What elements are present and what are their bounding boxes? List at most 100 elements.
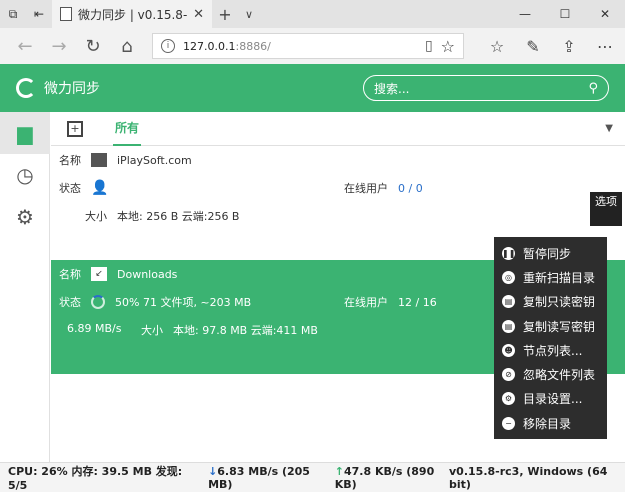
app-header: 微力同步 搜索... ⚲ — [0, 64, 625, 112]
close-tab-icon[interactable]: ✕ — [193, 7, 204, 22]
folder-size: 本地: 256 B 云端:256 B — [117, 210, 240, 223]
minimize-icon[interactable]: — — [505, 0, 545, 28]
sync-logo-icon — [16, 78, 36, 98]
menu-item-label: 移除目录 — [523, 416, 572, 431]
page-icon — [60, 7, 72, 21]
browser-tools: ☆ ✎ ⇪ ⋯ — [480, 37, 622, 56]
size-label: 大小 — [141, 324, 163, 337]
share-icon[interactable]: ⇪ — [552, 37, 586, 56]
size-label: 大小 — [85, 210, 107, 223]
chevron-down-icon[interactable]: ∨ — [238, 8, 260, 21]
menu-item-copy-readwrite-key[interactable]: ▤ 复制读写密钥 — [494, 314, 607, 338]
tab-all[interactable]: 所有 — [113, 112, 142, 146]
pen-icon[interactable]: ✎ — [516, 37, 550, 56]
folder-icon: ▆ — [17, 121, 33, 145]
menu-item-label: 复制读写密钥 — [523, 319, 596, 334]
add-folder-icon[interactable]: + — [67, 120, 83, 137]
sidebar-item-folders[interactable]: ▆ — [0, 112, 50, 154]
browser-nav-bar: ← → ↻ ⌂ i 127.0.0.1 :8886/ ▯ ☆ ☆ ✎ ⇪ ⋯ — [0, 28, 625, 64]
folder-icon — [91, 153, 107, 167]
home-icon[interactable]: ⌂ — [110, 31, 144, 61]
upload-rate-value: 47.8 KB/s (890 KB) — [334, 464, 435, 491]
sync-status: 50% 71 文件项, ~203 MB — [115, 296, 252, 309]
copy-icon: ▤ — [502, 319, 515, 333]
address-port: :8886/ — [235, 39, 271, 53]
minus-icon: − — [502, 416, 515, 430]
users-icon: ☻ — [502, 343, 515, 357]
info-icon[interactable]: i — [161, 39, 175, 53]
folder-name: iPlaySoft.com — [117, 153, 192, 167]
user-icon: 👤 — [91, 180, 109, 196]
folder-toolbar: + 所有 ▼ — [51, 112, 625, 146]
close-window-icon[interactable]: ✕ — [585, 0, 625, 28]
app-title: 微力同步 — [44, 81, 100, 97]
online-count: 12 / 16 — [398, 295, 437, 309]
browser-tab-bar: ⧉ ⇤ 微力同步 | v0.15.8-rc3 ✕ + ∨ — ☐ ✕ — [0, 0, 625, 28]
chevron-down-icon[interactable]: ▼ — [605, 123, 613, 134]
menu-item-label: 忽略文件列表 — [523, 368, 596, 383]
history-icon: ◷ — [16, 163, 34, 187]
online-label: 在线用户 — [344, 296, 388, 309]
tab-title: 微力同步 | v0.15.8-rc3 — [78, 7, 188, 22]
upload-arrow-icon: ↑ — [334, 464, 344, 478]
transfer-speed: 6.89 MB/s — [67, 322, 122, 335]
pause-icon: ❚❚ — [502, 246, 516, 260]
download-arrow-icon: ↓ — [208, 464, 218, 478]
back-icon[interactable]: ← — [8, 31, 42, 61]
menu-item-copy-readonly-key[interactable]: ▤ 复制只读密钥 — [494, 290, 607, 314]
browser-tab[interactable]: 微力同步 | v0.15.8-rc3 ✕ — [52, 0, 212, 28]
maximize-icon[interactable]: ☐ — [545, 0, 585, 28]
sidebar-item-history[interactable]: ◷ — [0, 154, 50, 196]
sync-spinner-icon — [91, 295, 105, 309]
menu-item-folder-settings[interactable]: ⚙ 目录设置... — [494, 387, 607, 411]
download-rate: ↓6.83 MB/s (205 MB) — [208, 465, 327, 491]
window-controls: — ☐ ✕ — [505, 0, 625, 28]
menu-item-remove-folder[interactable]: − 移除目录 — [494, 411, 607, 435]
sidebar-item-settings[interactable]: ⚙ — [0, 196, 50, 238]
upload-rate: ↑47.8 KB/s (890 KB) — [335, 465, 449, 491]
name-label: 名称 — [59, 154, 81, 167]
more-icon[interactable]: ⋯ — [588, 37, 622, 56]
folder-name: Downloads — [117, 267, 178, 281]
favorites-list-icon[interactable]: ☆ — [480, 37, 514, 56]
version-info: v0.15.8-rc3, Windows (64 bit) — [449, 464, 608, 491]
menu-item-pause[interactable]: ❚❚ 暂停同步 — [494, 241, 607, 265]
menu-item-label: 暂停同步 — [523, 246, 572, 261]
set-aside-tabs-icon[interactable]: ⧉ — [0, 0, 26, 28]
options-tooltip: 选项 — [590, 192, 622, 226]
name-label: 名称 — [59, 268, 81, 281]
sidebar: ▆ ◷ ⚙ — [0, 112, 50, 462]
reading-view-icon[interactable]: ▯ — [425, 38, 433, 54]
forward-icon[interactable]: → — [42, 31, 76, 61]
status-label: 状态 — [59, 296, 81, 309]
globe-icon: ◎ — [502, 270, 515, 284]
online-label: 在线用户 — [344, 182, 388, 195]
search-icon[interactable]: ⚲ — [588, 81, 598, 96]
menu-item-ignore-list[interactable]: ⊘ 忽略文件列表 — [494, 362, 607, 386]
folder-size: 本地: 97.8 MB 云端:411 MB — [173, 324, 318, 337]
menu-item-label: 节点列表... — [523, 343, 583, 358]
status-bar: CPU: 26% 内存: 39.5 MB 发现: 5/5 ↓6.83 MB/s … — [0, 462, 625, 492]
favorite-icon[interactable]: ☆ — [441, 37, 455, 56]
download-rate-value: 6.83 MB/s (205 MB) — [208, 464, 310, 491]
ignore-icon: ⊘ — [502, 368, 515, 382]
refresh-icon[interactable]: ↻ — [76, 31, 110, 61]
tab-preview-icon[interactable]: ⇤ — [26, 0, 52, 28]
online-count: 0 / 0 — [398, 181, 423, 195]
copy-icon: ▤ — [502, 295, 515, 309]
menu-item-node-list[interactable]: ☻ 节点列表... — [494, 338, 607, 362]
status-label: 状态 — [59, 182, 81, 195]
downloads-folder-icon: ↙ — [91, 267, 107, 281]
address-host: 127.0.0.1 — [183, 39, 236, 53]
gear-icon: ⚙ — [16, 205, 34, 229]
folder-options-menu: ❚❚ 暂停同步 ◎ 重新扫描目录 ▤ 复制只读密钥 ▤ 复制读写密钥 ☻ 节点列… — [494, 237, 607, 439]
search-placeholder: 搜索... — [374, 81, 410, 96]
menu-item-label: 复制只读密钥 — [523, 295, 596, 310]
menu-item-label: 目录设置... — [523, 392, 583, 407]
address-bar[interactable]: i 127.0.0.1 :8886/ ▯ ☆ — [152, 33, 464, 59]
menu-item-rescan[interactable]: ◎ 重新扫描目录 — [494, 265, 607, 289]
gear-icon: ⚙ — [502, 392, 515, 406]
new-tab-icon[interactable]: + — [212, 5, 238, 24]
cpu-memory-status: CPU: 26% 内存: 39.5 MB 发现: 5/5 — [8, 465, 183, 492]
search-input[interactable]: 搜索... ⚲ — [363, 75, 609, 101]
